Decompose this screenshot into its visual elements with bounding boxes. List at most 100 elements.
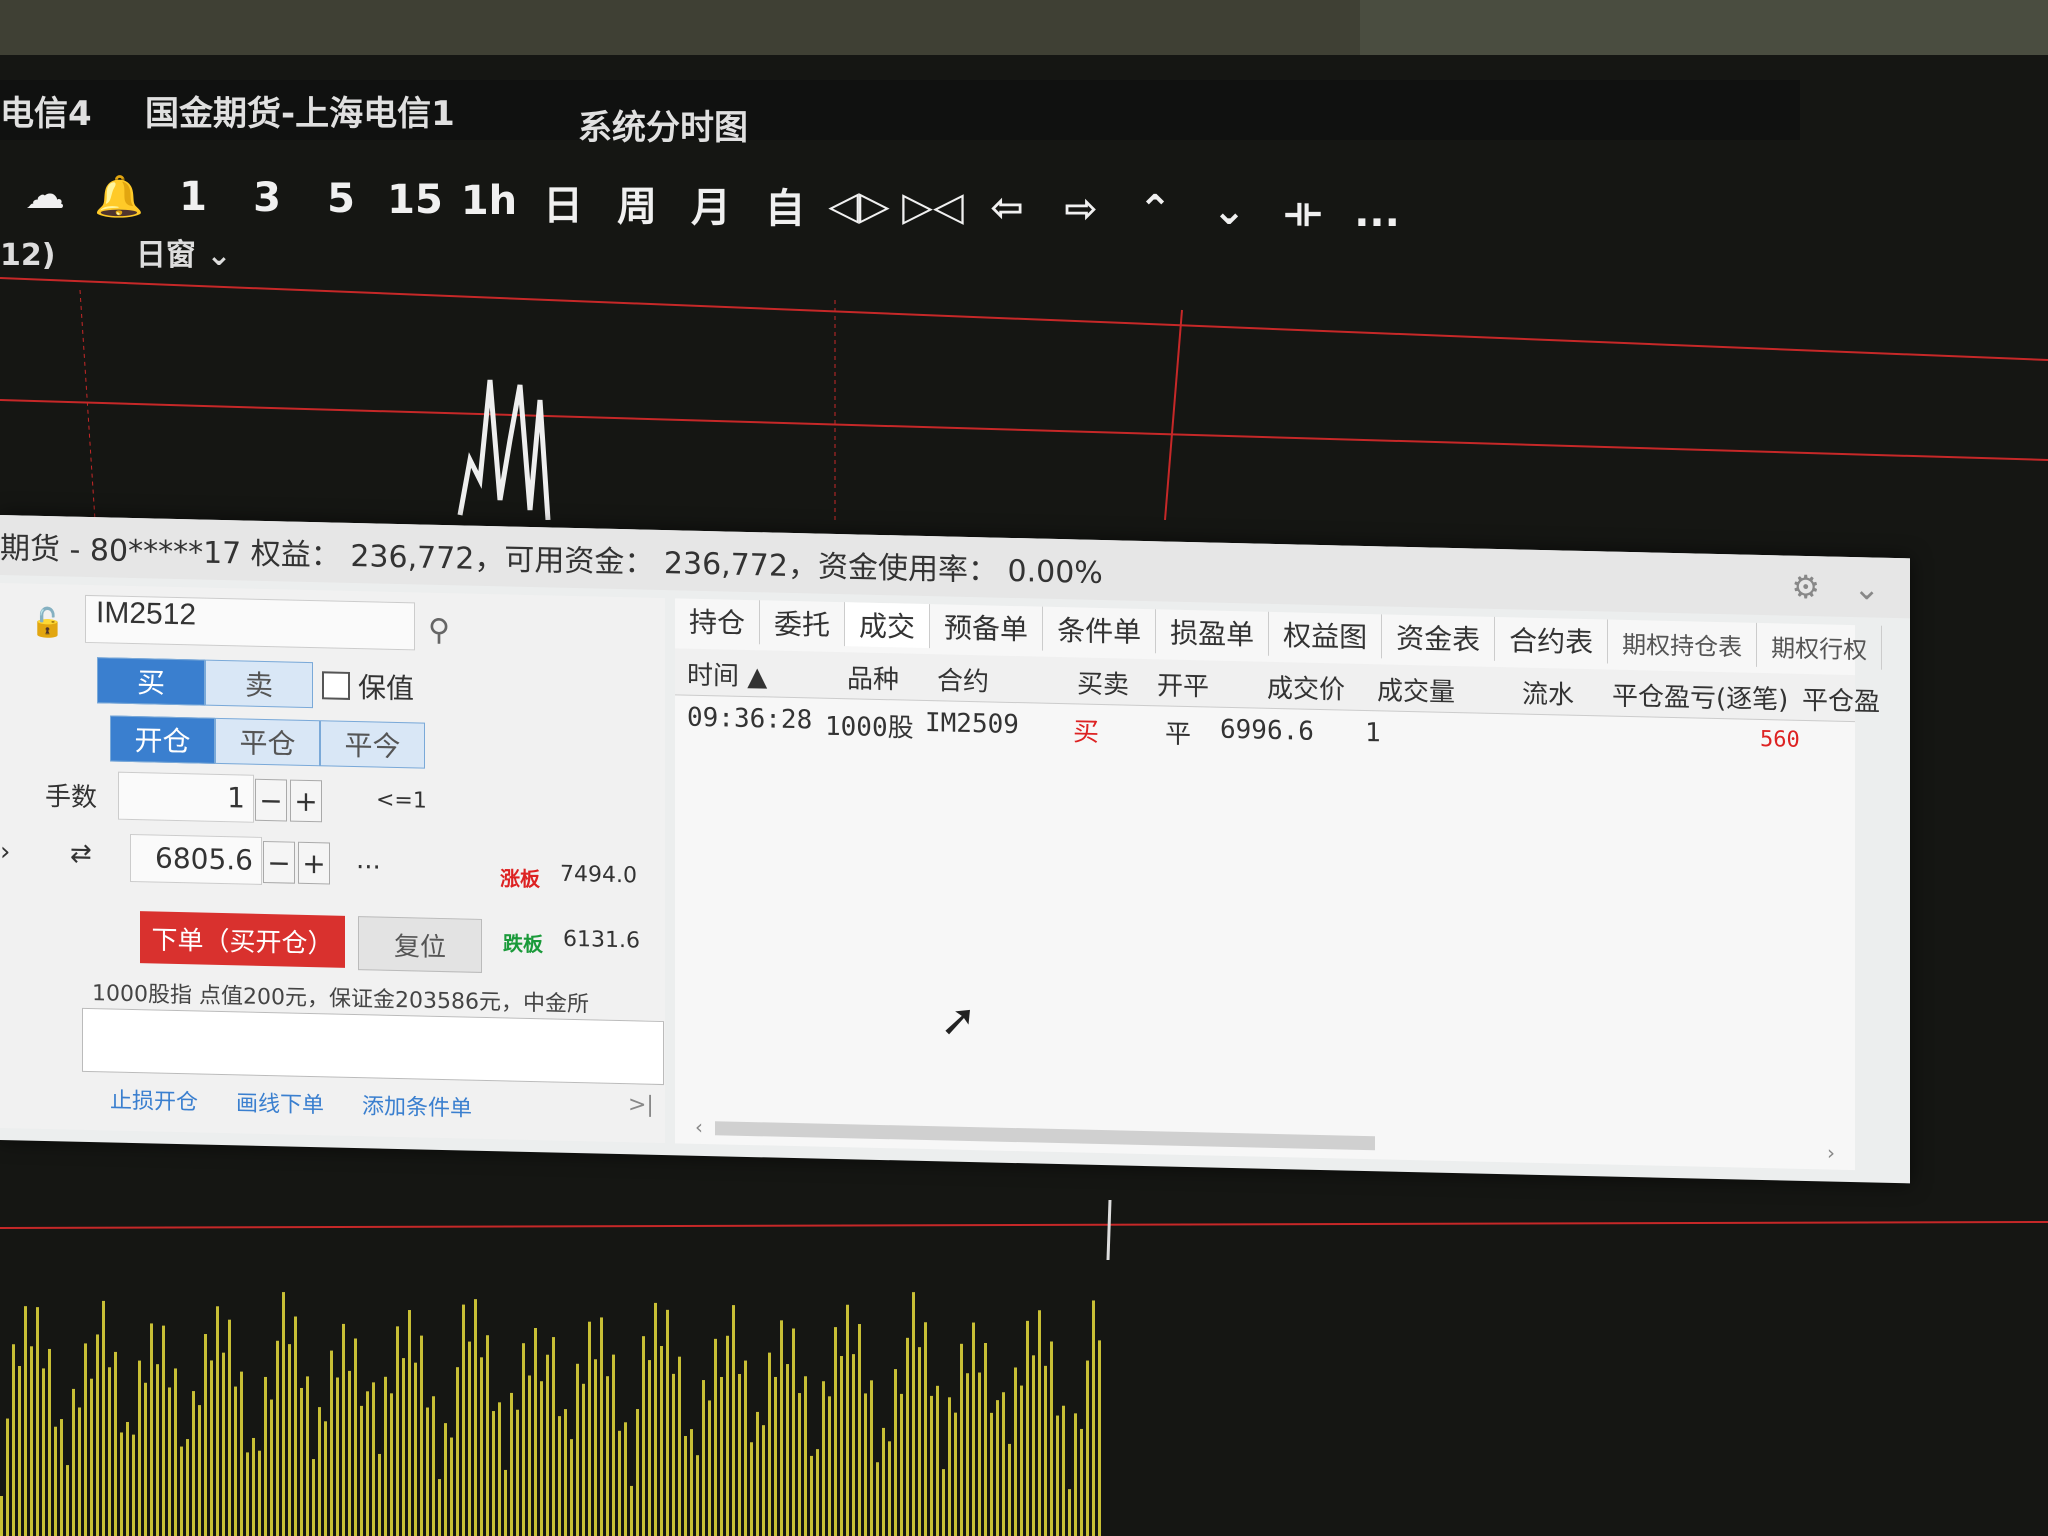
arrow-up-icon[interactable]: ⌃ [1118,173,1192,247]
column-header-2[interactable]: 合约 [937,660,989,698]
period-1[interactable]: 1 [156,160,230,234]
volume-bar [72,1388,75,1536]
volume-bar [474,1299,477,1536]
volume-bar [402,1358,405,1536]
cell-contract: IM2509 [925,707,1019,741]
chevron-down-icon[interactable]: ⌄ [1853,569,1880,608]
zoom-in-icon[interactable]: ◁▷ [822,169,896,243]
volume-bar [1008,1443,1011,1536]
hedge-checkbox[interactable]: 保值 [322,665,414,707]
expand-arrow-icon[interactable]: › [0,837,10,867]
scroll-right-icon[interactable]: › [1827,1140,1835,1164]
column-header-4[interactable]: 开平 [1157,665,1209,703]
horizontal-scrollbar[interactable]: ‹ › [695,1115,1835,1165]
volume-bar [480,1357,483,1536]
volume-bar [126,1421,129,1536]
column-header-1[interactable]: 品种 [847,658,899,696]
alert-bell-icon[interactable]: 🔔 [82,159,156,233]
tab-5[interactable]: 损盈单 [1156,609,1270,656]
column-header-0[interactable]: 时间 ▲ [687,655,767,694]
tab-7[interactable]: 资金表 [1382,614,1496,661]
period-3[interactable]: 3 [230,161,304,235]
volume-bar [432,1396,435,1536]
volume-bar [150,1323,153,1536]
draw-line-order-link[interactable]: 画线下单 [236,1085,324,1119]
volume-bar [870,1380,873,1536]
window-select[interactable]: 日窗 ⌄ [136,238,232,273]
buy-button[interactable]: 买 [97,657,205,706]
scroll-thumb[interactable] [715,1121,1375,1151]
search-icon[interactable]: ⚲ [428,613,450,648]
period-week[interactable]: 周 [600,166,674,240]
qty-decrease-button[interactable]: − [255,778,287,822]
column-header-6[interactable]: 成交量 [1377,670,1455,709]
price-more-button[interactable]: ... [356,845,381,876]
crosshair-icon[interactable]: ⟛ [1266,175,1340,249]
open-button[interactable]: 开仓 [110,715,215,764]
lock-icon[interactable]: 🔓 [30,606,65,640]
stop-loss-open-link[interactable]: 止损开仓 [110,1082,198,1116]
submit-order-button[interactable]: 下单（买开仓） [140,911,345,968]
volume-bar [948,1397,951,1536]
volume-bar [564,1409,567,1536]
volume-bar [906,1337,909,1536]
price-input[interactable]: 6805.6 [130,833,262,885]
volume-bar [30,1346,33,1536]
tab-8[interactable]: 合约表 [1495,616,1609,664]
volume-bar [726,1335,729,1536]
arrow-left-icon[interactable]: ⇦ [970,171,1044,245]
column-header-9[interactable]: 平仓盈 [1802,680,1880,719]
period-custom[interactable]: 自 [748,168,822,242]
collapse-panel-button[interactable]: >| [628,1092,654,1118]
checkbox-box[interactable] [322,671,350,700]
volume-bar [144,1382,147,1536]
price-increase-button[interactable]: + [298,841,330,885]
scroll-left-icon[interactable]: ‹ [695,1115,703,1139]
tab-2[interactable]: 成交 [845,602,931,649]
period-5[interactable]: 5 [304,162,378,236]
arrow-down-icon[interactable]: ⌄ [1192,174,1266,248]
tab-3[interactable]: 预备单 [930,604,1044,651]
volume-bar [528,1375,531,1536]
cell-offset: 平 [1165,719,1192,751]
memo-textarea[interactable] [82,1007,664,1086]
tab-4[interactable]: 条件单 [1043,606,1157,654]
chart-divider [79,289,96,520]
tab-9[interactable]: 期权持仓表 [1608,619,1758,667]
volume-bar [420,1335,423,1536]
volume-bar [1014,1367,1017,1536]
volume-bar [762,1425,765,1536]
qty-increase-button[interactable]: + [290,779,322,823]
add-condition-order-link[interactable]: 添加条件单 [362,1088,472,1122]
period-1h[interactable]: 1h [452,164,526,238]
column-header-7[interactable]: 流水 [1522,674,1574,712]
qty-limit: <=1 [376,787,427,814]
volume-bar [246,1452,249,1536]
column-header-5[interactable]: 成交价 [1267,668,1345,707]
tab-0[interactable]: 持仓 [675,598,761,645]
close-today-button[interactable]: 平今 [320,720,425,769]
zoom-out-icon[interactable]: ▷◁ [896,170,970,244]
arrow-right-icon[interactable]: ⇨ [1044,172,1118,246]
column-header-8[interactable]: 平仓盈亏(逐笔) [1612,676,1788,717]
cell-side: 买 [1073,717,1100,748]
period-day[interactable]: 日 [526,165,600,239]
cell-variety: 1000股 [825,711,914,744]
price-link-icon[interactable]: ⇄ [70,839,92,869]
gear-icon[interactable]: ⚙ [1791,568,1820,607]
cloud-sync-icon[interactable]: ☁ [8,158,82,232]
price-decrease-button[interactable]: − [263,840,295,884]
symbol-input[interactable]: IM2512 [85,594,415,651]
qty-input[interactable]: 1 [118,771,254,823]
reset-button[interactable]: 复位 [358,916,482,973]
more-icon[interactable]: ... [1340,176,1414,250]
tab-10[interactable]: 期权行权 [1757,622,1883,670]
volume-bar [924,1322,927,1536]
tab-1[interactable]: 委托 [760,600,846,647]
period-month[interactable]: 月 [674,167,748,241]
close-button[interactable]: 平仓 [215,717,320,767]
period-15[interactable]: 15 [378,163,452,237]
sell-button[interactable]: 卖 [205,659,313,709]
tab-6[interactable]: 权益图 [1269,611,1383,659]
column-header-3[interactable]: 买卖 [1077,663,1129,701]
